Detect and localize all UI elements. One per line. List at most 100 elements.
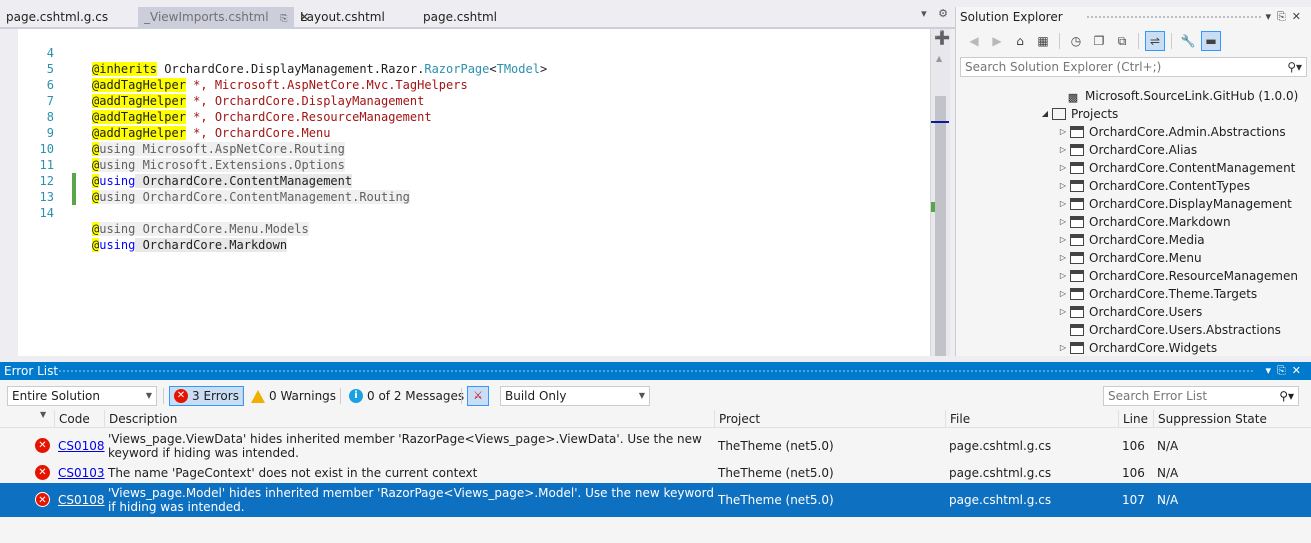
column-header-suppression[interactable]: Suppression State	[1153, 410, 1311, 428]
tree-item[interactable]: ▷ OrchardCore.Users	[1056, 303, 1202, 321]
error-row[interactable]: ✕ CS0108 'Views_page.ViewData' hides inh…	[0, 430, 1311, 462]
expand-arrow-icon[interactable]: ▷	[1056, 285, 1070, 303]
pin-icon[interactable]: ⎘	[280, 14, 287, 24]
expand-arrow-icon[interactable]: ▷	[1056, 123, 1070, 141]
code-line[interactable]: 9 @using Microsoft.AspNetCore.Routing	[18, 109, 928, 156]
error-search-input[interactable]	[1104, 387, 1264, 405]
gear-icon[interactable]: ⚙	[938, 7, 948, 20]
column-header-code[interactable]: Code	[54, 410, 104, 428]
preview-selected-items-icon[interactable]: ▬	[1201, 31, 1221, 51]
close-icon[interactable]: ✕	[1292, 364, 1307, 377]
chevron-down-icon[interactable]: ▾	[921, 7, 927, 20]
home-icon[interactable]: ⌂	[1010, 31, 1030, 51]
chevron-down-icon[interactable]: ▾	[1265, 10, 1277, 23]
collapse-arrow-icon[interactable]: ◢	[1038, 105, 1052, 123]
tree-item[interactable]: ▷ OrchardCore.Markdown	[1056, 213, 1231, 231]
change-marker	[72, 173, 76, 189]
tree-item[interactable]: ▷ OrchardCore.ResourceManagemen	[1056, 267, 1298, 285]
tab-page-cshtml[interactable]: page.cshtml	[417, 7, 503, 27]
expand-arrow-icon[interactable]: ▷	[1056, 231, 1070, 249]
code-editor[interactable]: 4 @inherits OrchardCore.DisplayManagemen…	[0, 29, 930, 356]
code-line[interactable]: 6 @addTagHelper *, OrchardCore.DisplayMa…	[18, 61, 928, 108]
split-icon[interactable]: ➕	[934, 31, 950, 46]
column-header-description[interactable]: Description	[104, 410, 714, 428]
search-icon[interactable]: ⚲▾	[1287, 60, 1302, 74]
warnings-filter-toggle[interactable]: 0 Warnings	[247, 386, 340, 406]
properties-wrench-icon[interactable]: 🔧	[1178, 31, 1198, 51]
toolbar-separator	[1171, 33, 1172, 49]
error-code-link[interactable]: CS0108	[58, 493, 105, 507]
tree-item[interactable]: ▷ OrchardCore.Admin.Abstractions	[1056, 123, 1286, 141]
tree-item[interactable]: ▷ OrchardCore.Alias	[1056, 141, 1197, 159]
expand-arrow-icon[interactable]: ▷	[1056, 159, 1070, 177]
tree-item[interactable]: ▷ OrchardCore.Theme.Targets	[1056, 285, 1257, 303]
code-line[interactable]: 10 @using Microsoft.Extensions.Options	[18, 125, 928, 172]
code-line[interactable]: 5 @addTagHelper *, Microsoft.AspNetCore.…	[18, 45, 928, 92]
messages-filter-toggle[interactable]: i 0 of 2 Messages	[345, 386, 468, 406]
pin-icon[interactable]: ⎘	[1277, 10, 1292, 23]
expand-arrow-icon[interactable]: ▷	[1056, 213, 1070, 231]
build-filter-dropdown[interactable]: Build Only ▼	[500, 386, 650, 406]
collapse-all-icon[interactable]: ❐	[1089, 31, 1109, 51]
code-line[interactable]: 12 @using OrchardCore.ContentManagement.…	[18, 157, 928, 204]
scroll-up-icon[interactable]: ▲	[936, 54, 942, 63]
column-header-line[interactable]: Line	[1118, 410, 1153, 428]
tree-item[interactable]: ◢ Projects	[1038, 105, 1118, 123]
sort-icon[interactable]: ▼	[40, 410, 46, 419]
tree-item[interactable]: ▩ Microsoft.SourceLink.GitHub (1.0.0)	[1066, 87, 1299, 105]
drag-handle[interactable]	[58, 369, 1253, 374]
scope-dropdown[interactable]: Entire Solution ▼	[7, 386, 157, 406]
expand-arrow-icon[interactable]: ▷	[1056, 339, 1070, 356]
column-header-file[interactable]: File	[945, 410, 1118, 428]
sync-active-document-icon[interactable]: ⇌	[1145, 31, 1165, 51]
column-header-project[interactable]: Project	[714, 410, 945, 428]
errors-filter-toggle[interactable]: ✕ 3 Errors	[169, 386, 244, 406]
switch-views-icon[interactable]: ▦	[1033, 31, 1053, 51]
tree-item[interactable]: ▷ OrchardCore.Widgets	[1056, 339, 1217, 356]
solution-tree: ▩ Microsoft.SourceLink.GitHub (1.0.0) ◢ …	[956, 83, 1311, 356]
code-line[interactable]: 11 @using OrchardCore.ContentManagement	[18, 141, 928, 188]
tree-item[interactable]: ▷ OrchardCore.ContentTypes	[1056, 177, 1250, 195]
tree-item[interactable]: ▷ OrchardCore.Menu	[1056, 249, 1202, 267]
tab-page-cshtml-g-cs[interactable]: page.cshtml.g.cs	[0, 7, 138, 27]
forward-icon[interactable]: ▶	[987, 31, 1007, 51]
code-line[interactable]: 4 @inherits OrchardCore.DisplayManagemen…	[18, 29, 928, 76]
solution-search-box[interactable]: ⚲▾	[960, 57, 1307, 77]
back-icon[interactable]: ◀	[964, 31, 984, 51]
tree-item[interactable]: ▷ OrchardCore.Media	[1056, 231, 1205, 249]
error-row[interactable]: ✕ CS0103 The name 'PageContext' does not…	[0, 463, 1311, 483]
error-row-selected[interactable]: ✕ CS0108 'Views_page.Model' hides inheri…	[0, 483, 1311, 517]
error-code-link[interactable]: CS0103	[58, 466, 105, 480]
code-line[interactable]: 8 @addTagHelper *, OrchardCore.Menu	[18, 93, 928, 140]
drag-handle[interactable]	[1086, 15, 1261, 20]
expand-arrow-icon[interactable]: ▷	[1056, 141, 1070, 159]
scrollbar-thumb[interactable]	[935, 96, 946, 356]
tab-layout-cshtml[interactable]: Layout.cshtml	[294, 7, 417, 27]
tree-item[interactable]: ▷ OrchardCore.DisplayManagement	[1056, 195, 1292, 213]
editor-scrollbar[interactable]: ➕ ▲	[930, 29, 950, 356]
expand-arrow-icon[interactable]: ▷	[1056, 267, 1070, 285]
show-all-files-icon[interactable]: ⧉	[1112, 31, 1132, 51]
code-line[interactable]: 14 @using OrchardCore.Markdown	[18, 189, 928, 252]
tree-item[interactable]: ▷ OrchardCore.ContentManagement	[1056, 159, 1295, 177]
code-line[interactable]: 7 @addTagHelper *, OrchardCore.ResourceM…	[18, 77, 928, 124]
tab-viewimports-cshtml[interactable]: _ViewImports.cshtml ⎘ ✕	[138, 7, 309, 27]
clear-filter-icon[interactable]: ⚔	[467, 386, 489, 406]
solution-search-input[interactable]	[961, 58, 1261, 76]
expand-arrow-icon[interactable]: ▷	[1056, 249, 1070, 267]
expand-arrow-icon[interactable]: ▷	[1056, 303, 1070, 321]
pending-changes-icon[interactable]: ◷	[1066, 31, 1086, 51]
expand-arrow-icon[interactable]: ▷	[1056, 195, 1070, 213]
code-line[interactable]: 13 @using OrchardCore.Menu.Models	[18, 173, 928, 236]
error-code-link[interactable]: CS0108	[58, 439, 105, 453]
tree-item[interactable]: OrchardCore.Users.Abstractions	[1056, 321, 1281, 339]
pin-icon[interactable]: ⎘	[1277, 364, 1292, 377]
expand-arrow-icon[interactable]: ▷	[1056, 177, 1070, 195]
close-icon[interactable]: ✕	[1292, 10, 1307, 23]
toolbar-separator	[242, 388, 243, 404]
tree-item-label: OrchardCore.Markdown	[1089, 215, 1231, 229]
caret-position-marker	[931, 121, 949, 123]
search-icon[interactable]: ⚲▾	[1279, 389, 1294, 403]
error-search-box[interactable]: ⚲▾	[1103, 386, 1299, 406]
chevron-down-icon[interactable]: ▾	[1265, 364, 1277, 377]
